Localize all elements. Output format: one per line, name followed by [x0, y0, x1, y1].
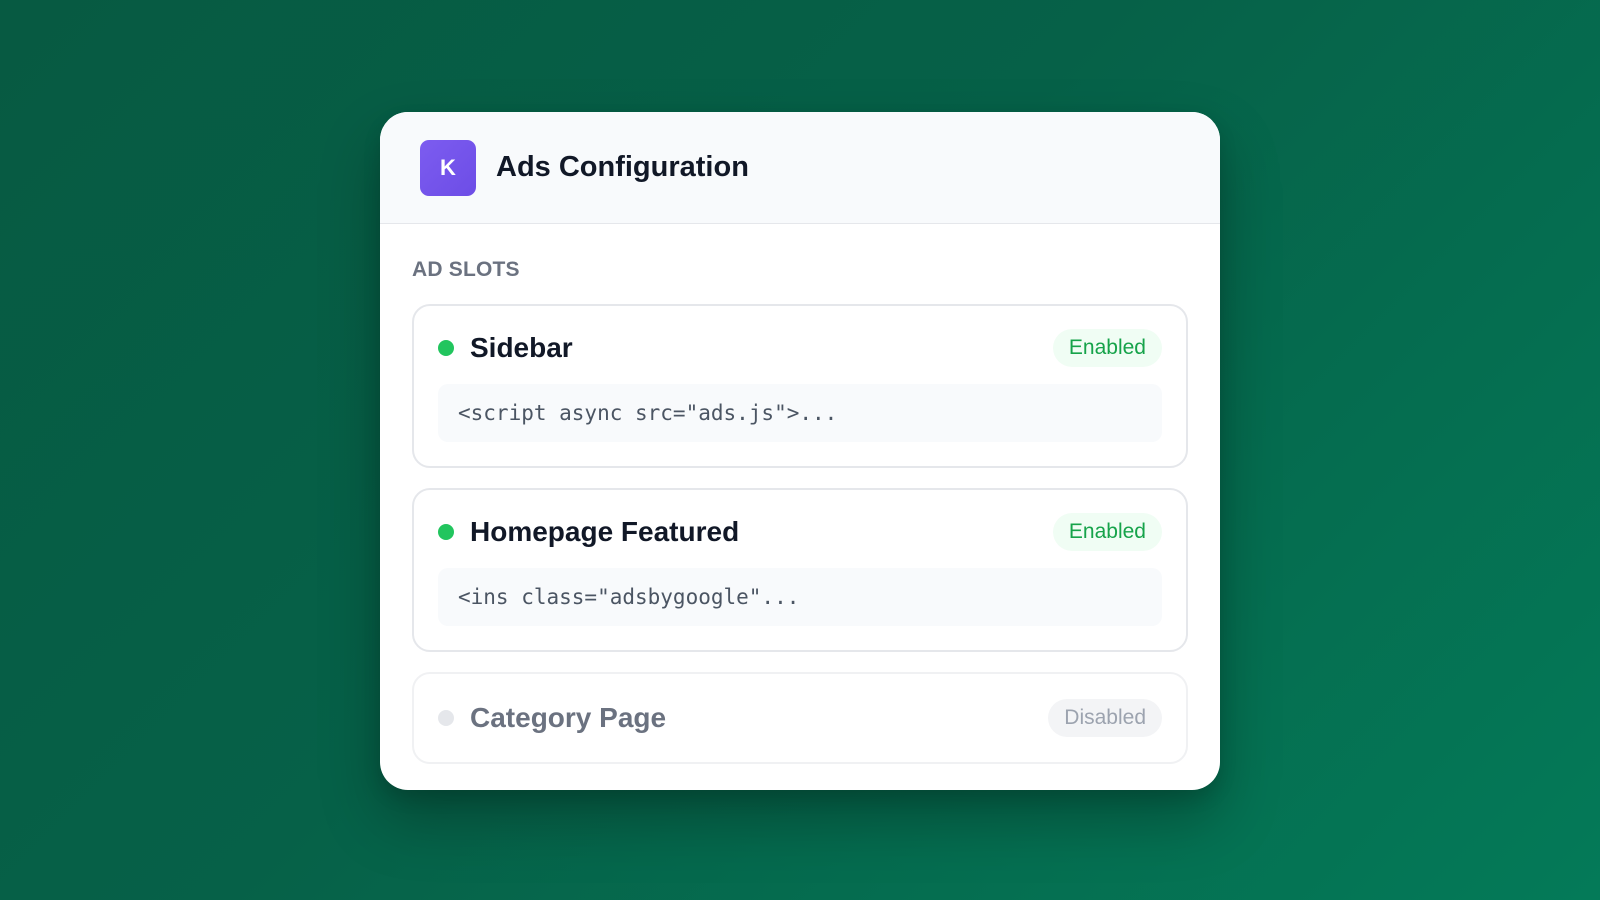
section-label: AD SLOTS: [412, 258, 520, 281]
slot-code-snippet[interactable]: <ins class="adsbygoogle"...: [438, 568, 1162, 626]
card-body: AD SLOTS Sidebar Enabled <script async s…: [380, 224, 1220, 764]
status-dot-icon: [438, 340, 454, 356]
ad-slot-sidebar[interactable]: Sidebar Enabled <script async src="ads.j…: [412, 304, 1188, 468]
card-header: K Ads Configuration: [380, 112, 1220, 224]
status-badge[interactable]: Disabled: [1048, 699, 1162, 737]
slot-name: Category Page: [470, 702, 667, 733]
status-dot-icon: [438, 524, 454, 540]
slot-code-snippet[interactable]: <script async src="ads.js">...: [438, 384, 1162, 442]
slot-name: Homepage Featured: [470, 516, 740, 547]
status-dot-icon: [438, 710, 454, 726]
ad-slot-category-page[interactable]: Category Page Disabled: [412, 672, 1188, 764]
ad-slot-homepage-featured[interactable]: Homepage Featured Enabled <ins class="ad…: [412, 488, 1188, 652]
ads-configuration-card: K Ads Configuration AD SLOTS Sidebar Ena…: [380, 112, 1220, 790]
status-badge[interactable]: Enabled: [1052, 513, 1162, 551]
status-badge[interactable]: Enabled: [1052, 329, 1162, 367]
app-logo: K: [420, 139, 476, 196]
slot-header: Homepage Featured Enabled: [438, 512, 1162, 552]
slot-header: Category Page Disabled: [438, 698, 1162, 738]
slot-header: Sidebar Enabled: [438, 328, 1162, 368]
slot-name: Sidebar: [470, 332, 573, 363]
page-title: Ads Configuration: [496, 151, 749, 183]
